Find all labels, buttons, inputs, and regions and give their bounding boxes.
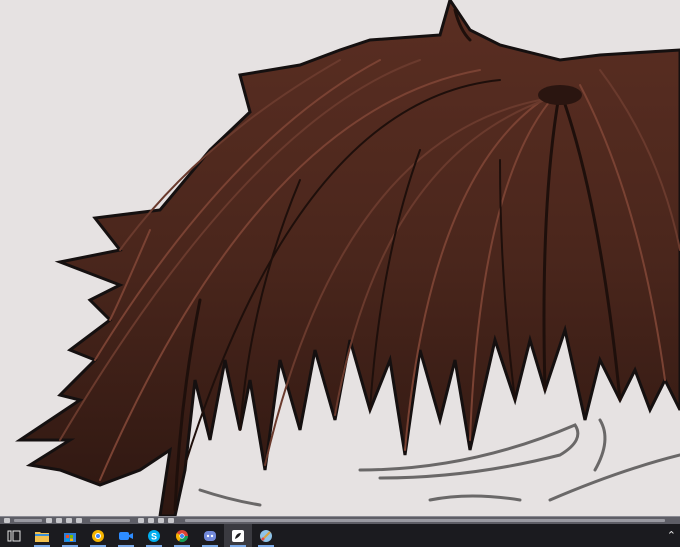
hair-crown [538,85,582,105]
windows-taskbar: S ⌃ [0,524,680,547]
chrome-icon [175,529,188,542]
store-icon [64,532,76,542]
system-tray: ⌃ [667,524,676,547]
status-button[interactable] [138,518,144,523]
status-button[interactable] [4,518,10,523]
status-button[interactable] [66,518,72,523]
chrome-button[interactable] [168,524,196,547]
canvas-statusbar [0,516,680,524]
status-track[interactable] [14,519,42,522]
drawing-canvas[interactable] [0,0,680,516]
tray-chevron-icon[interactable]: ⌃ [667,524,676,547]
status-button[interactable] [148,518,154,523]
krita-button[interactable] [252,524,280,547]
paint-app-icon [232,529,244,542]
status-button[interactable] [168,518,174,523]
browser-icon [92,529,104,542]
discord-button[interactable] [196,524,224,547]
browser-button[interactable] [84,524,112,547]
horizontal-scrollbar[interactable] [185,519,665,522]
status-button[interactable] [158,518,164,523]
paint-app-button[interactable] [224,524,252,547]
skype-icon: S [148,529,160,542]
status-button[interactable] [46,518,52,523]
svg-text:S: S [151,531,157,541]
zoom-icon [119,531,133,540]
file-explorer-icon [35,531,49,542]
status-button[interactable] [76,518,82,523]
skype-button[interactable]: S [140,524,168,547]
store-button[interactable] [56,524,84,547]
file-explorer-button[interactable] [28,524,56,547]
task-view-icon [7,530,21,541]
discord-icon [204,530,216,541]
zoom-button[interactable] [112,524,140,547]
krita-icon [260,529,272,542]
hair-artwork [15,0,680,516]
status-button[interactable] [56,518,62,523]
task-view-button[interactable] [0,524,28,547]
zoom-track[interactable] [90,519,130,522]
